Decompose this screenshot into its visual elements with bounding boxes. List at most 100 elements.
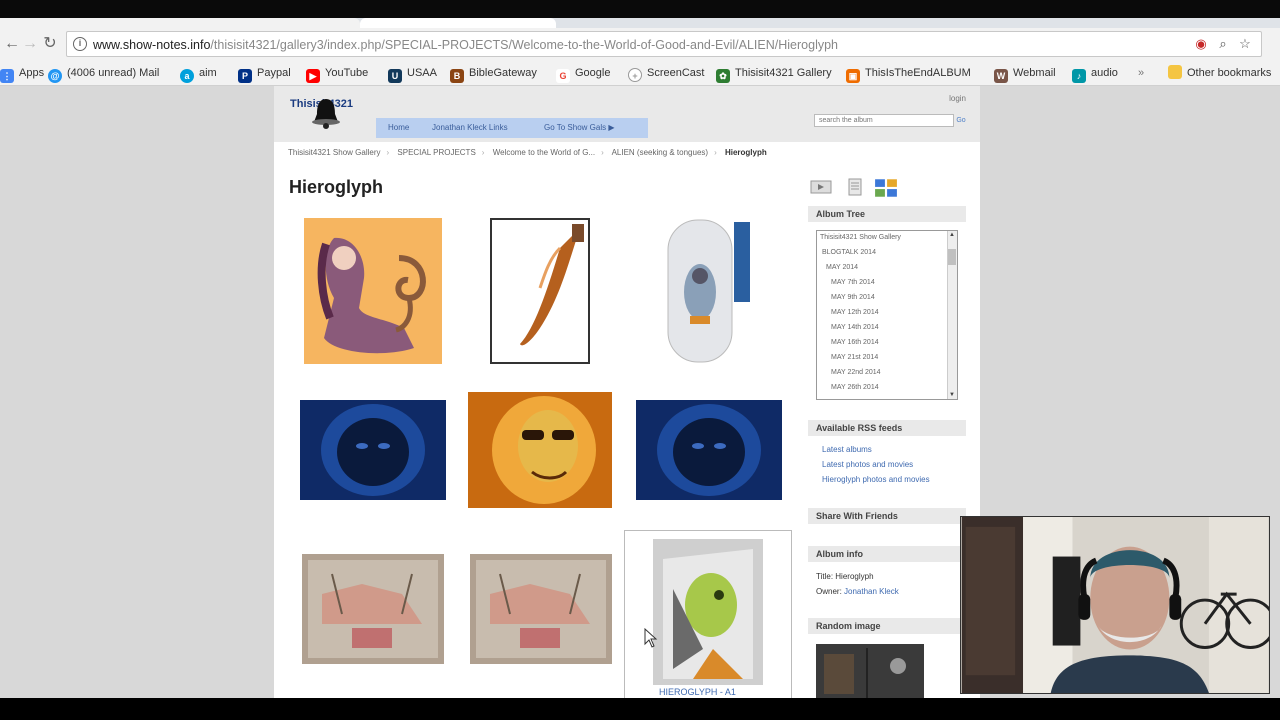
random-image[interactable] bbox=[816, 644, 924, 698]
rss-item[interactable]: Latest albums bbox=[822, 445, 872, 454]
scrollbar-thumb[interactable] bbox=[948, 249, 956, 265]
usaa-icon: U bbox=[388, 69, 402, 83]
info-icon[interactable]: i bbox=[73, 37, 87, 51]
bookmark-mail[interactable]: @ (4006 unread) Mail bbox=[48, 65, 159, 83]
thumbnail-skateboard[interactable] bbox=[666, 218, 750, 364]
bookmarks-overflow-icon[interactable]: » bbox=[1138, 65, 1144, 81]
document-icon[interactable] bbox=[844, 178, 866, 196]
tree-item[interactable]: BLOGTALK 2014 bbox=[822, 249, 876, 256]
bookmark-apps[interactable]: ⋮ Apps bbox=[0, 65, 45, 83]
scroll-down-icon[interactable]: ▼ bbox=[948, 392, 956, 398]
rss-title: Available RSS feeds bbox=[808, 420, 966, 436]
extension-icon[interactable]: ◉ bbox=[1193, 36, 1209, 52]
audio-icon: ♪ bbox=[1072, 69, 1086, 83]
gallery-icon: ✿ bbox=[716, 69, 730, 83]
bookmark-label: USAA bbox=[407, 67, 437, 79]
breadcrumb-item[interactable]: Welcome to the World of G... bbox=[493, 148, 595, 157]
search-input[interactable]: search the album bbox=[814, 114, 954, 127]
bookmark-label: Webmail bbox=[1013, 67, 1056, 79]
url-text[interactable]: www.show-notes.info/thisisit4321/gallery… bbox=[93, 38, 838, 52]
tree-item[interactable]: MAY 21st 2014 bbox=[831, 354, 878, 361]
bookmark-youtube[interactable]: ▶ YouTube bbox=[306, 65, 369, 83]
breadcrumb-separator: › bbox=[386, 148, 390, 157]
apps-grid-icon: ⋮ bbox=[0, 69, 14, 83]
thumbnail-claw[interactable] bbox=[490, 218, 590, 364]
reload-icon[interactable]: ↻ bbox=[40, 34, 60, 54]
webmail-icon: W bbox=[994, 69, 1008, 83]
login-link[interactable]: login bbox=[949, 94, 966, 103]
slideshow-icon[interactable] bbox=[810, 178, 832, 196]
bookmark-label: aim bbox=[199, 67, 217, 79]
bell-logo-icon[interactable] bbox=[310, 96, 342, 130]
tree-item[interactable]: MAY 22nd 2014 bbox=[831, 369, 881, 376]
grid-view-icon[interactable] bbox=[874, 178, 897, 197]
tree-item[interactable]: MAY 12th 2014 bbox=[831, 309, 879, 316]
share-title[interactable]: Share With Friends bbox=[808, 508, 966, 524]
breadcrumb-separator: › bbox=[601, 148, 604, 157]
gallery-page: Thisisit4321 login Home Jonathan Kleck L… bbox=[274, 86, 980, 698]
tree-item[interactable]: MAY 9th 2014 bbox=[831, 294, 875, 301]
folder-icon bbox=[1168, 65, 1182, 79]
forward-icon[interactable]: → bbox=[20, 34, 40, 54]
menu-home[interactable]: Home bbox=[388, 123, 409, 132]
bookmark-gallery[interactable]: ✿ Thisisit4321 Gallery bbox=[716, 65, 832, 83]
bookmark-google[interactable]: G Google bbox=[556, 65, 610, 83]
browser-tab-active[interactable] bbox=[360, 18, 556, 28]
bookmark-usaa[interactable]: U USAA bbox=[388, 65, 437, 83]
thumbnail-blue-face[interactable] bbox=[300, 400, 446, 500]
thumbnail-green-alien[interactable] bbox=[653, 539, 763, 685]
search-go-button[interactable]: Go bbox=[954, 115, 968, 126]
tree-item[interactable]: Thisisit4321 Show Gallery bbox=[820, 234, 901, 241]
browser-tab[interactable] bbox=[0, 18, 360, 28]
bookmark-label: Paypal bbox=[257, 67, 291, 79]
biblegateway-icon: B bbox=[450, 69, 464, 83]
scroll-up-icon[interactable]: ▲ bbox=[948, 232, 956, 238]
rss-item[interactable]: Latest photos and movies bbox=[822, 460, 913, 469]
bookmark-label: YouTube bbox=[325, 67, 369, 79]
view-icons bbox=[810, 176, 910, 197]
bookmark-album[interactable]: ▣ ThisIsTheEndALBUM bbox=[846, 65, 971, 83]
tree-item[interactable]: MAY 7th 2014 bbox=[831, 279, 875, 286]
bookmark-label: Apps bbox=[19, 67, 45, 79]
breadcrumb-item[interactable]: SPECIAL PROJECTS bbox=[397, 148, 475, 157]
thumbnail-caption[interactable]: HIEROGLYPH - A1 bbox=[659, 687, 736, 697]
album-info-title-row: Title: Hieroglyph bbox=[816, 572, 874, 581]
thumbnail-blue-face-2[interactable] bbox=[636, 400, 782, 500]
bookmark-screencast[interactable]: + ScreenCast bbox=[628, 65, 704, 82]
rss-item[interactable]: Hieroglyph photos and movies bbox=[822, 475, 930, 484]
tree-item[interactable]: MAY 2014 bbox=[826, 264, 858, 271]
bookmark-audio[interactable]: ♪ audio bbox=[1072, 65, 1118, 83]
tree-item[interactable]: MAY 26th 2014 bbox=[831, 384, 879, 391]
breadcrumb-current: Hieroglyph bbox=[724, 148, 767, 157]
star-icon[interactable]: ☆ bbox=[1237, 36, 1253, 52]
album-info-title: Album info bbox=[808, 546, 966, 562]
bookmark-paypal[interactable]: P Paypal bbox=[238, 65, 291, 83]
bookmark-label: audio bbox=[1091, 67, 1118, 79]
bookmark-label: Other bookmarks bbox=[1187, 67, 1272, 79]
youtube-icon: ▶ bbox=[306, 69, 320, 83]
back-icon[interactable]: ← bbox=[2, 34, 22, 54]
menu-kleck-links[interactable]: Jonathan Kleck Links bbox=[432, 123, 508, 132]
thumbnail-woman-scorpion[interactable] bbox=[304, 218, 442, 364]
tab-strip bbox=[0, 18, 1280, 28]
bookmark-webmail[interactable]: W Webmail bbox=[994, 65, 1056, 83]
thumbnail-fire-face[interactable] bbox=[468, 392, 612, 508]
thumbnail-selected-frame[interactable]: HIEROGLYPH - A1 bbox=[624, 530, 792, 698]
thumbnail-glyph-stone[interactable] bbox=[302, 554, 444, 664]
owner-link[interactable]: Jonathan Kleck bbox=[844, 587, 899, 596]
menu-show-gals[interactable]: Go To Show Gals ▶ bbox=[544, 123, 614, 132]
tree-item[interactable]: MAY 14th 2014 bbox=[831, 324, 879, 331]
tree-item[interactable]: MAY 16th 2014 bbox=[831, 339, 879, 346]
thumbnail-glyph-stone-2[interactable] bbox=[470, 554, 612, 664]
bookmark-aim[interactable]: a aim bbox=[180, 65, 217, 83]
breadcrumb-item[interactable]: Thisisit4321 Show Gallery bbox=[288, 148, 380, 157]
address-bar[interactable]: i www.show-notes.info/thisisit4321/galle… bbox=[66, 31, 1262, 57]
bookmark-biblegateway[interactable]: B BibleGateway bbox=[450, 65, 537, 83]
album-tree-list[interactable]: Thisisit4321 Show Gallery BLOGTALK 2014 … bbox=[816, 230, 958, 400]
breadcrumb-item[interactable]: ALIEN (seeking & tongues) bbox=[612, 148, 709, 157]
webcam-overlay bbox=[960, 516, 1270, 694]
bookmark-other[interactable]: Other bookmarks bbox=[1168, 65, 1271, 81]
tree-scrollbar[interactable]: ▲ ▼ bbox=[947, 231, 957, 399]
zoom-icon[interactable]: ⌕ bbox=[1215, 36, 1231, 52]
breadcrumb: Thisisit4321 Show Gallery › SPECIAL PROJE… bbox=[288, 148, 773, 157]
